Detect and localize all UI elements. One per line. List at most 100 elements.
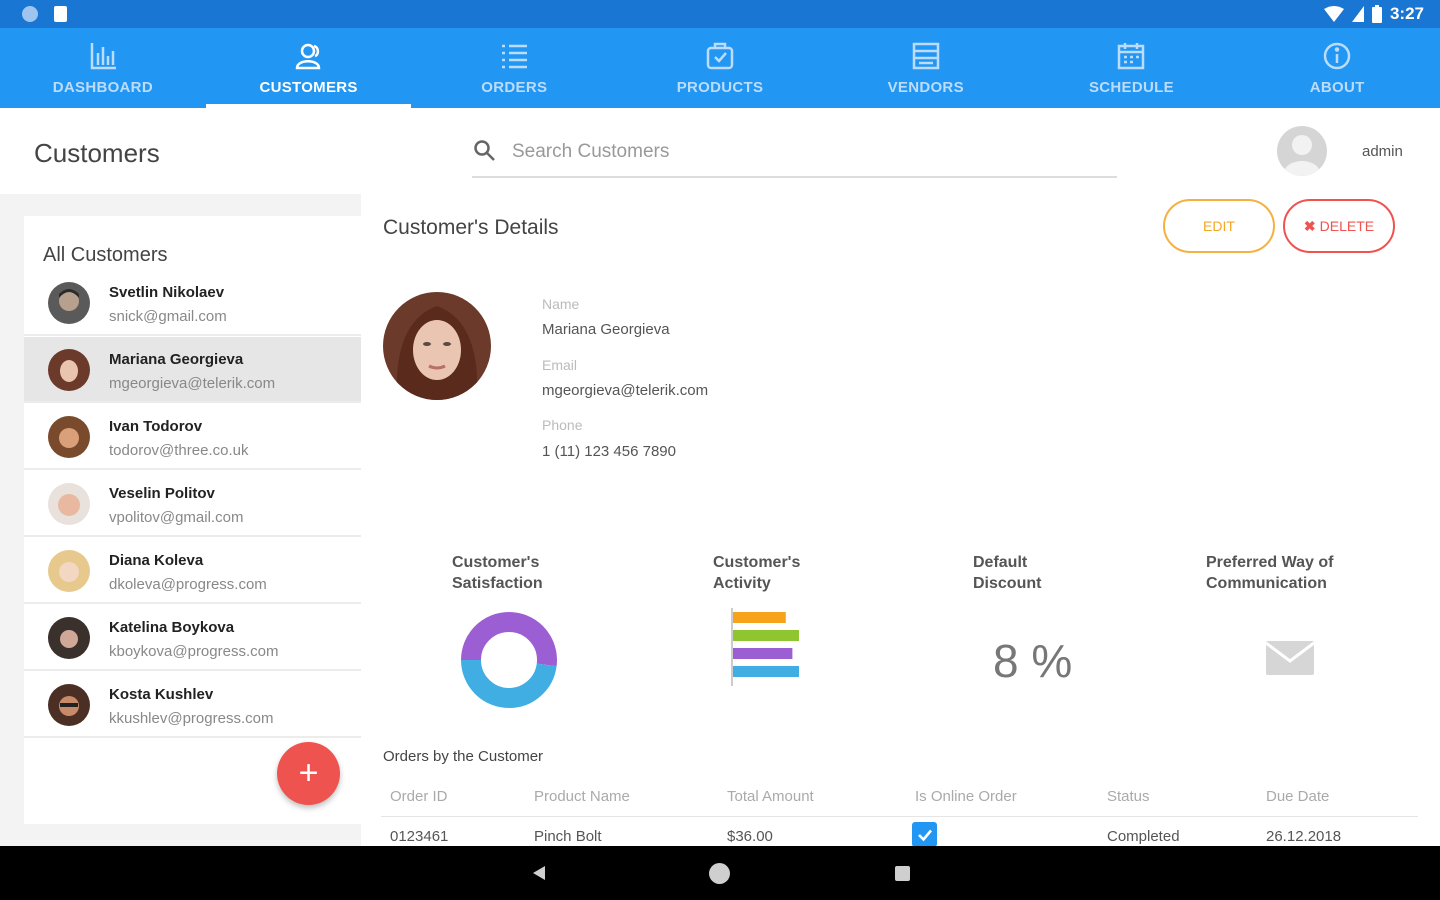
customer-list-panel: All Customers Svetlin Nikolaev snick@gma… [24,216,361,824]
column-header[interactable]: Due Date [1266,788,1329,805]
kpi-communication-title: Preferred Way of Communication [1206,554,1334,592]
list-title: All Customers [43,244,168,266]
customer-email: dkoleva@progress.com [109,576,267,593]
list-item[interactable]: Ivan Todorov todorov@three.co.uk [24,404,361,470]
sd-card-icon [54,6,67,22]
edit-button[interactable]: EDIT [1163,199,1275,253]
due-date-cell[interactable]: 26.12.2018 [1266,828,1341,845]
customer-email-value: mgeorgieva@telerik.com [542,382,709,399]
tab-dashboard[interactable]: DASHBOARD [0,28,206,108]
email-label: Email [542,357,578,373]
tab-orders[interactable]: ORDERS [411,28,617,108]
tab-label: SCHEDULE [1088,78,1174,96]
tab-products[interactable]: PRODUCTS [617,28,823,108]
box-icon [706,42,734,69]
home-icon[interactable] [709,863,730,884]
bar-chart-icon [90,42,116,69]
avatar [48,349,90,391]
user-name[interactable]: admin [1362,143,1403,160]
list-icon [502,44,528,68]
signal-icon [1351,6,1364,22]
column-header[interactable]: Order ID [390,788,448,805]
total-amount-cell[interactable]: $36.00 [727,828,773,845]
calendar-icon [1118,42,1145,69]
status-bar: 3:27 [0,0,1440,28]
search-input[interactable] [512,138,1072,166]
back-icon[interactable] [531,865,547,881]
customer-phone-value: 1 (11) 123 456 7890 [542,443,676,460]
notification-icon [22,6,38,22]
avatar [48,550,90,592]
avatar [48,416,90,458]
kpi-activity-title: Customer's Activity [713,554,801,592]
product-name-cell[interactable]: Pinch Bolt [534,828,602,845]
recent-apps-icon[interactable] [895,866,910,881]
avatar [48,684,90,726]
order-id-cell[interactable]: 0123461 [390,828,448,845]
tab-label: PRODUCTS [676,78,764,96]
column-header[interactable]: Is Online Order [915,788,1017,805]
add-customer-button[interactable]: + [277,742,340,805]
tab-vendors[interactable]: VENDORS [823,28,1029,108]
wifi-icon [1323,6,1344,22]
activity-bar [733,648,793,659]
delete-button[interactable]: ✖ DELETE [1283,199,1395,253]
status-time: 3:27 [1389,4,1424,23]
search-icon[interactable] [472,138,498,164]
customer-name: Ivan Todorov [109,418,203,435]
customer-email: vpolitov@gmail.com [109,509,244,526]
satisfaction-donut-chart [461,612,557,708]
customer-email: snick@gmail.com [109,308,227,325]
list-item[interactable]: Mariana Georgieva mgeorgieva@telerik.com [24,337,361,403]
activity-bar-chart [731,608,799,686]
tab-customers[interactable]: CUSTOMERS [205,28,412,108]
list-item[interactable]: Svetlin Nikolaev snick@gmail.com [24,270,361,336]
orders-title: Orders by the Customer [383,748,544,765]
mail-icon [1266,641,1314,675]
avatar [48,483,90,525]
column-header[interactable]: Status [1107,788,1150,805]
divider [381,816,1418,817]
top-nav: DASHBOARD CUSTOMERS ORDERS PRODUCTS VEND… [0,28,1440,108]
kpi-discount-title: Default Discount [973,554,1042,592]
list-item[interactable]: Kosta Kushlev kkushlev@progress.com [24,672,361,738]
tab-about[interactable]: ABOUT [1234,28,1440,108]
customer-email: mgeorgieva@telerik.com [109,375,276,392]
battery-icon [1371,5,1382,23]
activity-bar [733,612,786,623]
avatar[interactable] [1277,126,1327,176]
status-cell[interactable]: Completed [1107,828,1180,845]
edit-label: EDIT [1203,218,1235,234]
search-bar [472,132,1117,178]
list-item[interactable]: Katelina Boykova kboykova@progress.com [24,605,361,671]
column-header[interactable]: Total Amount [727,788,814,805]
users-icon [295,43,320,69]
online-order-checkbox[interactable] [912,822,937,847]
details-title: Customer's Details [383,216,559,239]
customer-name: Diana Koleva [109,552,204,569]
customer-name-value: Mariana Georgieva [542,321,670,338]
check-icon [917,829,932,841]
customer-name: Mariana Georgieva [109,351,244,368]
store-icon [912,42,939,69]
activity-bar [733,666,799,677]
customer-name: Svetlin Nikolaev [109,284,225,301]
close-icon: ✖ [1303,217,1316,234]
tab-label: VENDORS [887,78,964,96]
info-icon [1323,42,1351,69]
customer-email: kboykova@progress.com [109,643,279,660]
page-header: Customers admin [0,108,1440,194]
list-item[interactable]: Veselin Politov vpolitov@gmail.com [24,471,361,537]
activity-bar [733,630,799,641]
avatar [48,617,90,659]
customer-name: Katelina Boykova [109,619,235,636]
avatar [48,282,90,324]
phone-label: Phone [542,417,583,433]
name-label: Name [542,296,580,312]
list-item[interactable]: Diana Koleva dkoleva@progress.com [24,538,361,604]
tab-schedule[interactable]: SCHEDULE [1029,28,1235,108]
customer-photo [383,292,491,400]
column-header[interactable]: Product Name [534,788,630,805]
tab-label: DASHBOARD [52,78,153,96]
user-avatar-icon [1283,135,1321,176]
